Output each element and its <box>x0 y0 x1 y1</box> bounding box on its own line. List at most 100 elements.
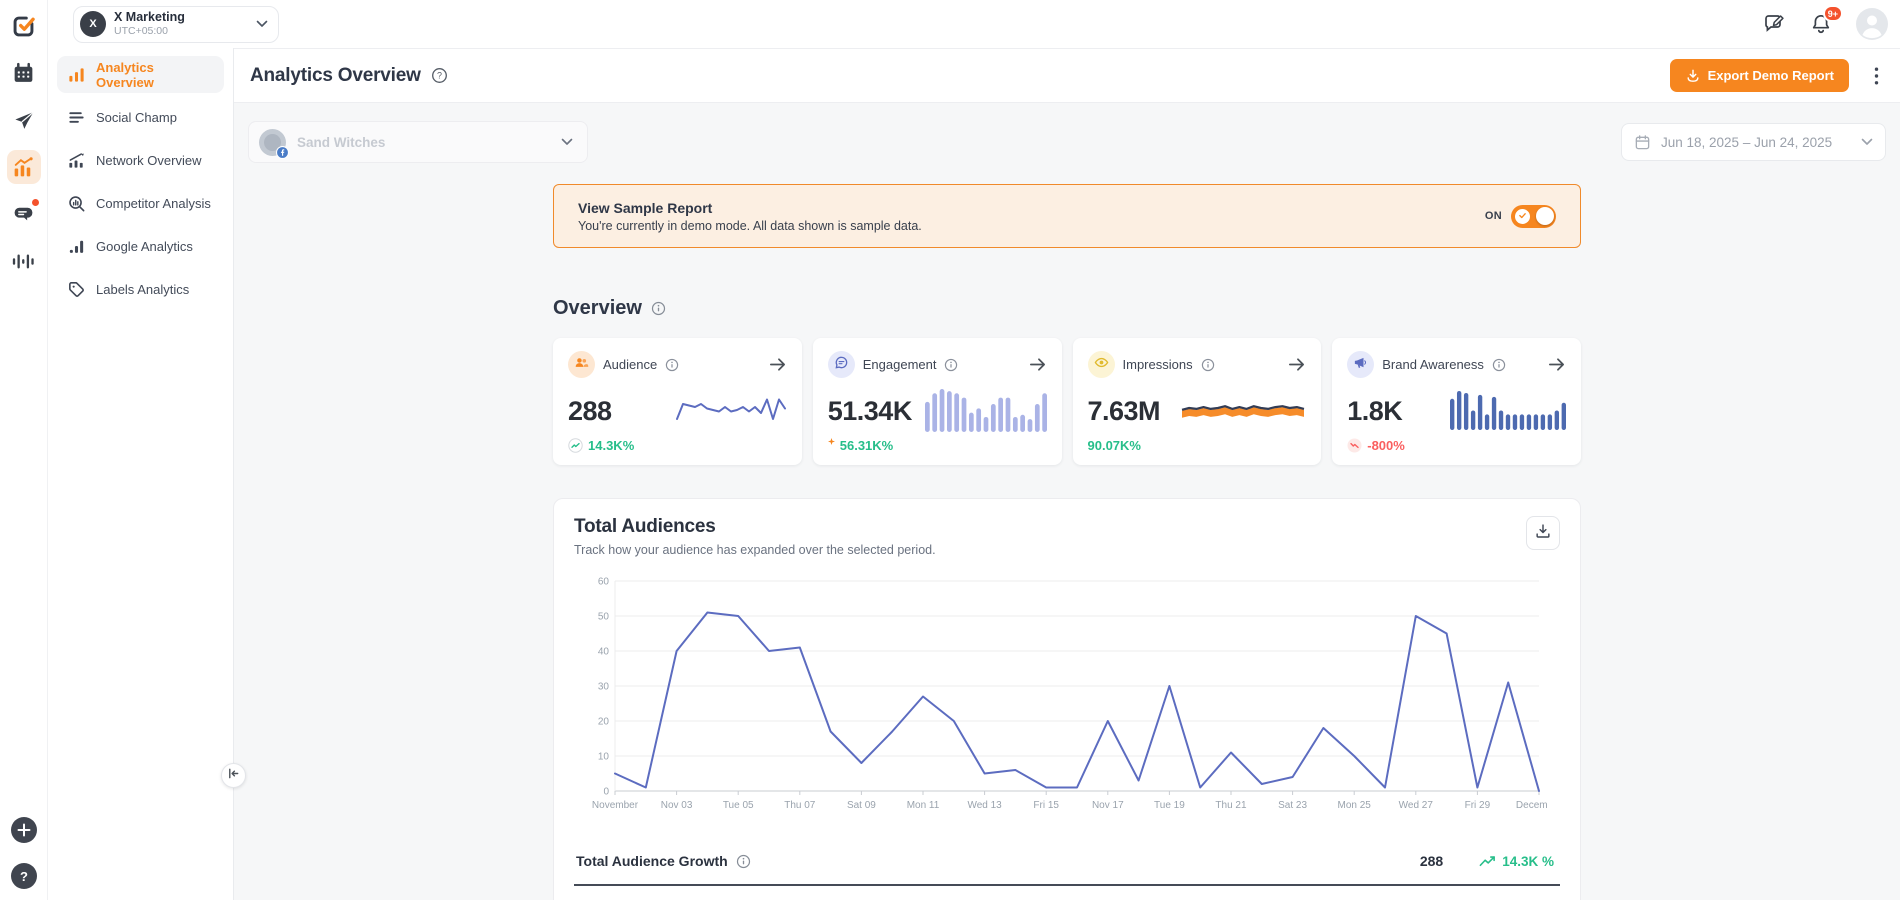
user-avatar[interactable] <box>1856 8 1888 40</box>
banner-title: View Sample Report <box>578 200 922 216</box>
metric-value: 288 <box>568 396 612 427</box>
rail-item-conversations[interactable] <box>7 197 41 231</box>
metric-label: Impressions <box>1123 357 1193 372</box>
metric-value: 7.63M <box>1088 396 1161 427</box>
export-demo-report-button[interactable]: Export Demo Report <box>1670 59 1849 92</box>
arrow-right-icon[interactable] <box>1287 355 1306 374</box>
svg-text:Mon 11: Mon 11 <box>907 800 940 811</box>
sidebar-item-label: Network Overview <box>96 153 201 168</box>
workspace-selector[interactable]: X X Marketing UTC+05:00 <box>73 6 279 43</box>
info-icon[interactable] <box>1492 358 1506 372</box>
page-title: Analytics Overview <box>250 65 421 87</box>
notifications-button[interactable]: 9+ <box>1809 12 1833 36</box>
profile-avatar <box>259 129 286 156</box>
chevron-down-icon <box>561 138 573 146</box>
app-logo <box>7 9 41 43</box>
download-tray-icon <box>1534 522 1552 545</box>
total-audiences-panel: Total Audiences Track how your audience … <box>553 498 1581 900</box>
info-icon[interactable] <box>651 301 666 316</box>
chat-icon <box>828 351 855 378</box>
profile-selector[interactable]: Sand Witches <box>248 121 588 163</box>
chart-download-button[interactable] <box>1526 516 1560 550</box>
sidebar-collapse-button[interactable] <box>221 763 246 788</box>
arrow-right-icon[interactable] <box>768 355 787 374</box>
rail-item-publish[interactable] <box>7 103 41 137</box>
calendar-small-icon <box>1634 134 1651 151</box>
network-chart-icon <box>67 151 86 170</box>
metric-card-brand-awareness[interactable]: Brand Awareness 1.8K <box>1332 338 1581 465</box>
arrow-right-icon[interactable] <box>1547 355 1566 374</box>
growth-row-value: 288 <box>1420 853 1443 869</box>
help-button[interactable]: ? <box>10 862 38 890</box>
growth-table-header-row[interactable]: Total Audience Growth 288 14.3K % <box>574 841 1560 886</box>
dot-bars-icon <box>67 237 86 256</box>
publish-send-icon <box>11 108 36 133</box>
rail-item-calendar[interactable] <box>7 56 41 90</box>
metric-delta: 90.07K% <box>1088 438 1307 453</box>
add-button[interactable] <box>10 816 38 844</box>
feedback-icon <box>1762 23 1786 40</box>
banner-subtitle: You're currently in demo mode. All data … <box>578 219 922 233</box>
sidebar-item-competitor-analysis[interactable]: Competitor Analysis <box>57 185 224 222</box>
metric-delta: -800% <box>1347 438 1566 453</box>
sidebar-item-social-champ[interactable]: Social Champ <box>57 99 224 136</box>
sidebar-item-labels-analytics[interactable]: Labels Analytics <box>57 271 224 308</box>
growth-row-label: Total Audience Growth <box>576 853 728 869</box>
info-icon[interactable] <box>944 358 958 372</box>
date-range-picker[interactable]: Jun 18, 2025 – Jun 24, 2025 <box>1621 123 1886 161</box>
workspace-name: X Marketing <box>114 10 185 25</box>
rail-item-analytics[interactable] <box>7 150 41 184</box>
sample-report-banner: View Sample Report You're currently in d… <box>553 184 1581 248</box>
sidebar-item-google-analytics[interactable]: Google Analytics <box>57 228 224 265</box>
main-area: Analytics Overview ? Export Demo Report <box>234 48 1900 900</box>
metric-label: Engagement <box>863 357 937 372</box>
page-help-button[interactable]: ? <box>431 67 448 84</box>
svg-text:Nov 03: Nov 03 <box>661 800 693 811</box>
bar-chart-icon <box>67 65 86 84</box>
collapse-icon <box>227 767 240 785</box>
magnifier-chart-icon <box>67 194 86 213</box>
sidebar-item-network-overview[interactable]: Network Overview <box>57 142 224 179</box>
sample-report-toggle[interactable] <box>1511 205 1556 228</box>
sidebar-item-label: Social Champ <box>96 110 177 125</box>
svg-text:Tue 05: Tue 05 <box>723 800 754 811</box>
growth-row-delta: 14.3K % <box>1479 854 1554 869</box>
info-icon[interactable] <box>665 358 679 372</box>
person-icon <box>1856 27 1888 44</box>
metric-value: 1.8K <box>1347 396 1402 427</box>
app-root: ? X X Marketing UTC+05:00 9+ <box>0 0 1900 900</box>
more-options-button[interactable] <box>1873 66 1880 86</box>
topbar: X X Marketing UTC+05:00 9+ <box>48 0 1900 48</box>
tag-icon <box>67 280 86 299</box>
sidebar-item-label: Labels Analytics <box>96 282 189 297</box>
metric-card-engagement[interactable]: Engagement 51.34K 56 <box>813 338 1062 465</box>
content-area: Sand Witches Jun 18, 2025 – Jun 24, 2025 <box>234 103 1900 900</box>
sidebar-item-analytics-overview[interactable]: Analytics Overview <box>57 56 224 93</box>
metric-delta: 56.31K% <box>828 438 1047 453</box>
total-audiences-chart: 0102030405060NovemberNov 03Tue 05Thu 07S… <box>587 573 1547 823</box>
info-icon[interactable] <box>1201 358 1215 372</box>
workspace-timezone: UTC+05:00 <box>114 25 185 38</box>
sidebar-item-label: Google Analytics <box>96 239 193 254</box>
sidebar-item-label: Competitor Analysis <box>96 196 211 211</box>
rail-item-listening[interactable] <box>7 244 41 278</box>
svg-text:Sat 23: Sat 23 <box>1278 800 1307 811</box>
svg-text:Fri 15: Fri 15 <box>1033 800 1059 811</box>
kebab-icon <box>1873 73 1880 90</box>
megaphone-icon <box>1347 351 1374 378</box>
svg-text:?: ? <box>437 71 442 81</box>
chevron-down-icon <box>1861 138 1873 146</box>
metric-card-impressions[interactable]: Impressions 7.63M 90.07K% <box>1073 338 1322 465</box>
metric-card-audience[interactable]: Audience 288 14.3K% <box>553 338 802 465</box>
info-icon[interactable] <box>736 854 751 869</box>
svg-text:50: 50 <box>598 612 610 623</box>
svg-text:Wed 27: Wed 27 <box>1399 800 1434 811</box>
feedback-button[interactable] <box>1762 12 1786 36</box>
svg-text:Wed 13: Wed 13 <box>967 800 1002 811</box>
svg-text:Fri 29: Fri 29 <box>1465 800 1491 811</box>
panel-subtitle: Track how your audience has expanded ove… <box>574 543 936 557</box>
toggle-state-label: ON <box>1485 210 1502 222</box>
arrow-right-icon[interactable] <box>1028 355 1047 374</box>
svg-text:30: 30 <box>598 682 610 693</box>
svg-text:60: 60 <box>598 577 610 588</box>
